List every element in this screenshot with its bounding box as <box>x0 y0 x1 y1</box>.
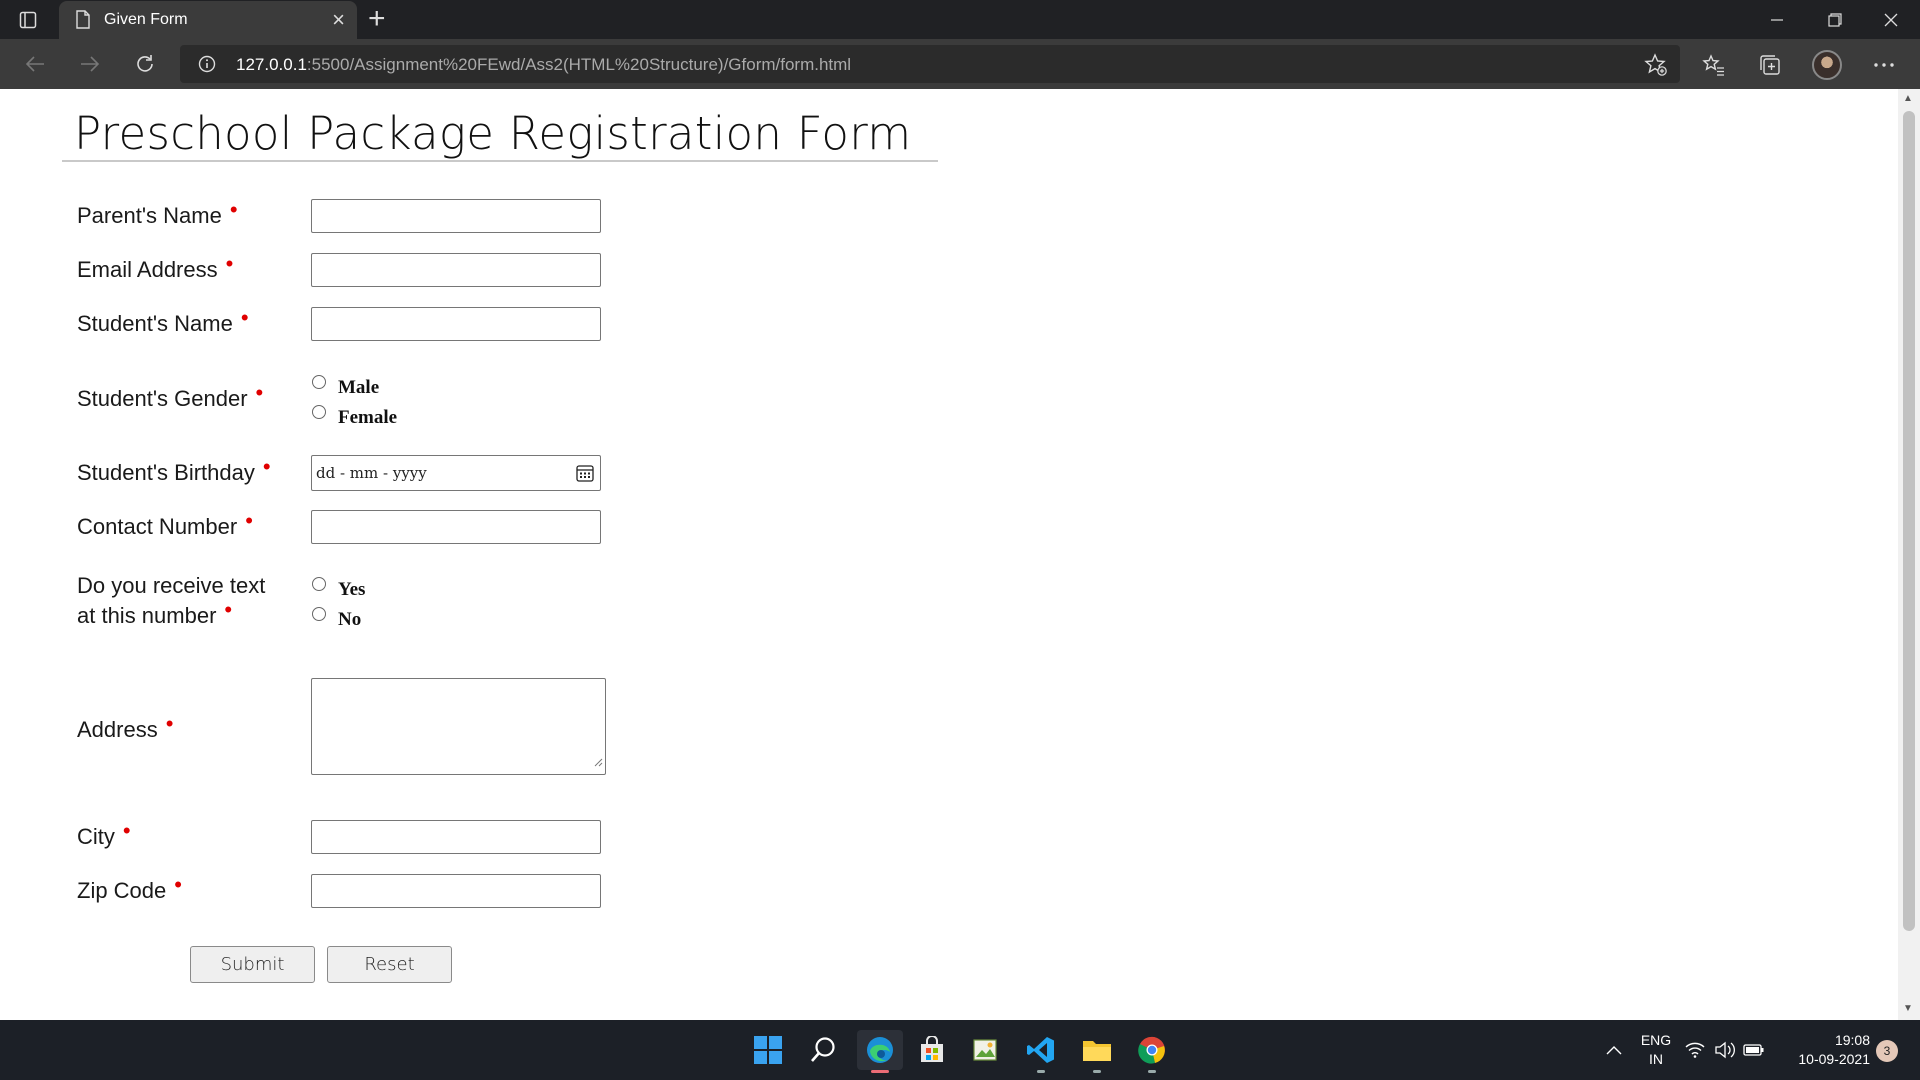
vscode-icon[interactable] <box>1021 1030 1061 1073</box>
avatar <box>1812 50 1842 80</box>
forward-button[interactable] <box>75 49 105 79</box>
gender-female-label: Female <box>338 407 398 428</box>
add-favorite-icon[interactable] <box>1639 48 1673 82</box>
windows-taskbar: ENG IN 19:08 10-09-2021 <box>0 1020 1920 1080</box>
profile-avatar[interactable] <box>1810 48 1844 82</box>
city-label: City • <box>77 818 131 849</box>
browser-toolbar: 127.0.0.1:5500/Assignment%20FEwd/Ass2(HT… <box>0 39 1920 89</box>
volume-icon[interactable] <box>1713 1030 1737 1070</box>
required-marker: • <box>240 305 249 330</box>
receive-text-label: Do you receive text at this number • <box>77 573 266 628</box>
active-indicator <box>871 1070 889 1073</box>
contact-input[interactable] <box>311 510 601 544</box>
parent-name-input[interactable] <box>311 199 601 233</box>
battery-icon[interactable] <box>1741 1030 1767 1070</box>
new-tab-button[interactable]: + <box>368 3 386 35</box>
collections-icon[interactable] <box>1753 48 1787 82</box>
refresh-button[interactable] <box>130 49 160 79</box>
page-scrollbar[interactable]: ▲ ▼ <box>1898 89 1920 1020</box>
running-indicator <box>1037 1070 1045 1073</box>
calendar-icon[interactable] <box>576 464 594 487</box>
region-code: IN <box>1649 1051 1663 1067</box>
student-name-label: Student's Name • <box>77 305 249 336</box>
email-label: Email Address • <box>77 251 234 282</box>
minimize-button[interactable] <box>1748 0 1806 39</box>
edge-browser-icon[interactable] <box>857 1030 903 1073</box>
address-textarea[interactable] <box>311 678 606 775</box>
running-indicator <box>1093 1070 1101 1073</box>
file-explorer-icon[interactable] <box>1077 1030 1117 1073</box>
zip-input[interactable] <box>311 874 601 908</box>
clock[interactable]: 19:08 10-09-2021 <box>1790 1031 1870 1069</box>
student-name-input[interactable] <box>311 307 601 341</box>
restore-button[interactable] <box>1806 0 1864 39</box>
photos-app-icon[interactable] <box>966 1030 1006 1070</box>
back-button[interactable] <box>20 49 50 79</box>
web-page: Preschool Package Registration Form Pare… <box>0 89 1898 1020</box>
receive-text-no-label: No <box>338 609 362 630</box>
required-marker: • <box>122 818 131 843</box>
gender-male-radio[interactable] <box>312 375 326 389</box>
scroll-down-icon[interactable]: ▼ <box>1903 1003 1913 1014</box>
parent-name-label: Parent's Name • <box>77 197 238 228</box>
receive-text-yes-radio[interactable] <box>312 577 326 591</box>
date-placeholder: dd - mm - yyyy <box>316 464 427 482</box>
required-marker: • <box>229 197 238 222</box>
scrollbar-thumb[interactable] <box>1903 111 1915 931</box>
show-hidden-icons-chevron-up-icon[interactable] <box>1594 1030 1634 1070</box>
running-indicator <box>1148 1070 1156 1073</box>
receive-text-no-radio[interactable] <box>312 607 326 621</box>
city-input[interactable] <box>311 820 601 854</box>
search-icon[interactable] <box>803 1030 843 1070</box>
clock-time: 19:08 <box>1834 1032 1870 1048</box>
zip-label: Zip Code • <box>77 872 182 903</box>
form-title: Preschool Package Registration Form <box>74 107 912 160</box>
gender-label: Student's Gender • <box>77 380 264 411</box>
reset-button[interactable]: Reset <box>327 946 452 983</box>
birthday-date-input[interactable]: dd - mm - yyyy <box>311 455 601 491</box>
url-text: 127.0.0.1:5500/Assignment%20FEwd/Ass2(HT… <box>236 55 852 74</box>
email-input[interactable] <box>311 253 601 287</box>
birthday-label: Student's Birthday • <box>77 454 271 485</box>
browser-tab[interactable]: Given Form × <box>59 1 357 39</box>
address-label: Address • <box>77 711 174 742</box>
required-marker: • <box>255 380 264 405</box>
more-menu-icon[interactable] <box>1867 48 1901 82</box>
tab-actions-icon[interactable] <box>18 10 38 30</box>
required-marker: • <box>165 711 174 736</box>
info-icon[interactable] <box>198 55 216 78</box>
receive-text-yes-label: Yes <box>338 579 366 600</box>
required-marker: • <box>262 454 271 479</box>
wifi-icon[interactable] <box>1684 1030 1706 1070</box>
gender-male-label: Male <box>338 377 380 398</box>
resize-handle-icon[interactable] <box>593 754 603 772</box>
store-icon[interactable] <box>912 1030 952 1070</box>
language-code: ENG <box>1640 1032 1672 1048</box>
required-marker: • <box>174 872 182 897</box>
required-marker: • <box>225 251 234 276</box>
gender-female-radio[interactable] <box>312 405 326 419</box>
contact-label: Contact Number • <box>77 508 253 539</box>
tab-close-icon[interactable]: × <box>332 9 345 31</box>
submit-button[interactable]: Submit <box>190 946 315 983</box>
page-icon <box>75 10 91 34</box>
required-marker: • <box>245 508 253 533</box>
clock-date: 10-09-2021 <box>1798 1051 1870 1067</box>
language-indicator[interactable]: ENG IN <box>1638 1031 1674 1069</box>
browser-titlebar: Given Form × + <box>0 0 1920 39</box>
notification-badge[interactable]: 3 <box>1876 1040 1898 1062</box>
address-bar[interactable]: 127.0.0.1:5500/Assignment%20FEwd/Ass2(HT… <box>180 45 1680 83</box>
tab-title: Given Form <box>104 11 188 28</box>
start-icon[interactable] <box>748 1030 788 1070</box>
close-window-button[interactable] <box>1862 0 1920 39</box>
favorites-icon[interactable] <box>1697 48 1731 82</box>
scroll-up-icon[interactable]: ▲ <box>1903 93 1913 104</box>
required-marker: • <box>224 597 233 622</box>
title-divider <box>62 160 938 162</box>
chrome-icon[interactable] <box>1132 1030 1172 1073</box>
